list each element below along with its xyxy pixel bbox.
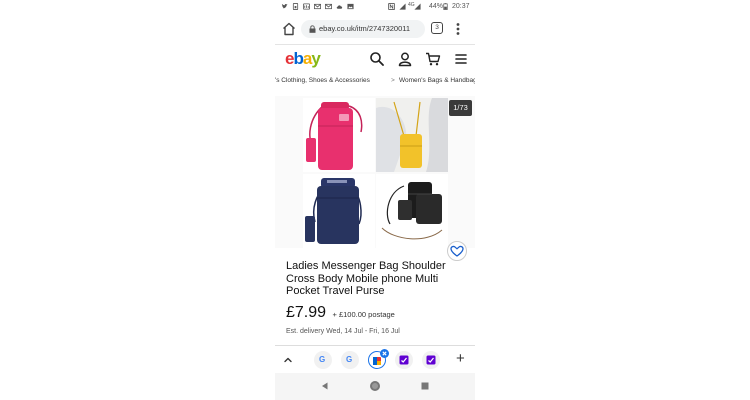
url-text[interactable]: ebay.co.uk/itm/2747320011 xyxy=(319,24,423,34)
ebay-logo[interactable]: ebay xyxy=(285,48,321,70)
cart-icon[interactable] xyxy=(425,51,441,67)
back-icon[interactable] xyxy=(319,380,331,392)
gmail-icon xyxy=(314,3,321,10)
battery-icon xyxy=(443,3,448,10)
chevron-up-icon[interactable] xyxy=(283,355,293,365)
watch-item-button[interactable] xyxy=(447,241,467,261)
yahoo-mail-icon xyxy=(426,355,436,365)
heart-icon xyxy=(450,245,464,257)
lock-icon xyxy=(309,25,316,33)
more-options-icon[interactable] xyxy=(453,21,463,37)
browser-toolbar: ebay.co.uk/itm/2747320011 3 xyxy=(275,14,475,45)
signal-box-icon xyxy=(303,3,310,10)
phone-screen: 4G 44% 20:37 ebay.co.uk/itm/2747320011 3… xyxy=(275,0,475,400)
delivery-estimate: Est. delivery Wed, 14 Jul - Fri, 16 Jul xyxy=(286,328,400,335)
battery-percent: 44% xyxy=(429,3,444,10)
breadcrumb-item-womens-bags[interactable]: Women's Bags & Handbags xyxy=(399,77,475,85)
hamburger-menu-icon[interactable] xyxy=(453,51,469,67)
gmail-icon xyxy=(325,3,332,10)
search-icon[interactable] xyxy=(369,51,385,67)
close-tab-button[interactable] xyxy=(380,349,389,358)
yahoo-mail-icon xyxy=(399,355,409,365)
gallery-image-pink-bag[interactable] xyxy=(303,98,375,172)
ebay-header: ebay xyxy=(275,44,475,74)
android-nav-bar xyxy=(275,373,475,400)
tab-google-2[interactable]: G xyxy=(341,351,359,369)
tab-switcher-button[interactable]: 3 xyxy=(431,22,443,34)
new-tab-button[interactable]: + xyxy=(456,351,465,367)
google-icon: G xyxy=(319,355,326,364)
gallery-image-navy-bag[interactable] xyxy=(303,174,375,248)
home-icon[interactable] xyxy=(281,21,297,37)
nfc-icon xyxy=(388,3,395,10)
gallery-image-yellow-bag[interactable] xyxy=(376,98,448,172)
pink-bag-image xyxy=(306,102,363,170)
close-icon xyxy=(382,351,387,356)
breadcrumb: 's Clothing, Shoes & Accessories > Women… xyxy=(275,74,475,88)
cell-signal-icon xyxy=(414,3,421,10)
google-icon: G xyxy=(346,355,353,364)
tab-yahoo-2[interactable] xyxy=(422,351,440,369)
image-counter: 1/73 xyxy=(449,100,472,116)
tab-yahoo-1[interactable] xyxy=(395,351,413,369)
tab-strip: G G + xyxy=(275,345,475,374)
black-bag-image xyxy=(381,182,443,240)
item-title: Ladies Messenger Bag Shoulder Cross Body… xyxy=(286,260,446,297)
account-icon[interactable] xyxy=(397,51,413,67)
sim-icon xyxy=(292,3,299,10)
product-image-gallery[interactable]: 1/73 xyxy=(275,96,475,248)
recents-icon[interactable] xyxy=(419,380,431,392)
gallery-image-black-bag[interactable] xyxy=(376,174,448,248)
navy-bag-image xyxy=(305,178,362,244)
breadcrumb-item-clothing[interactable]: 's Clothing, Shoes & Accessories xyxy=(275,77,370,85)
yellow-bag-image xyxy=(376,98,448,172)
price-row: £7.99 + £100.00 postage xyxy=(286,304,471,322)
postage-cost: + £100.00 postage xyxy=(332,310,395,319)
clock: 20:37 xyxy=(452,3,470,10)
twitter-icon xyxy=(281,3,288,9)
item-price: £7.99 xyxy=(286,304,327,321)
cloud-icon xyxy=(336,5,343,9)
breadcrumb-separator: > xyxy=(391,77,395,84)
image-icon xyxy=(347,3,354,10)
tab-google-1[interactable]: G xyxy=(314,351,332,369)
wifi-signal-icon xyxy=(399,3,406,10)
address-bar[interactable]: ebay.co.uk/itm/2747320011 xyxy=(301,20,425,38)
status-bar: 4G 44% 20:37 xyxy=(275,0,475,14)
home-nav-icon[interactable] xyxy=(369,380,381,392)
